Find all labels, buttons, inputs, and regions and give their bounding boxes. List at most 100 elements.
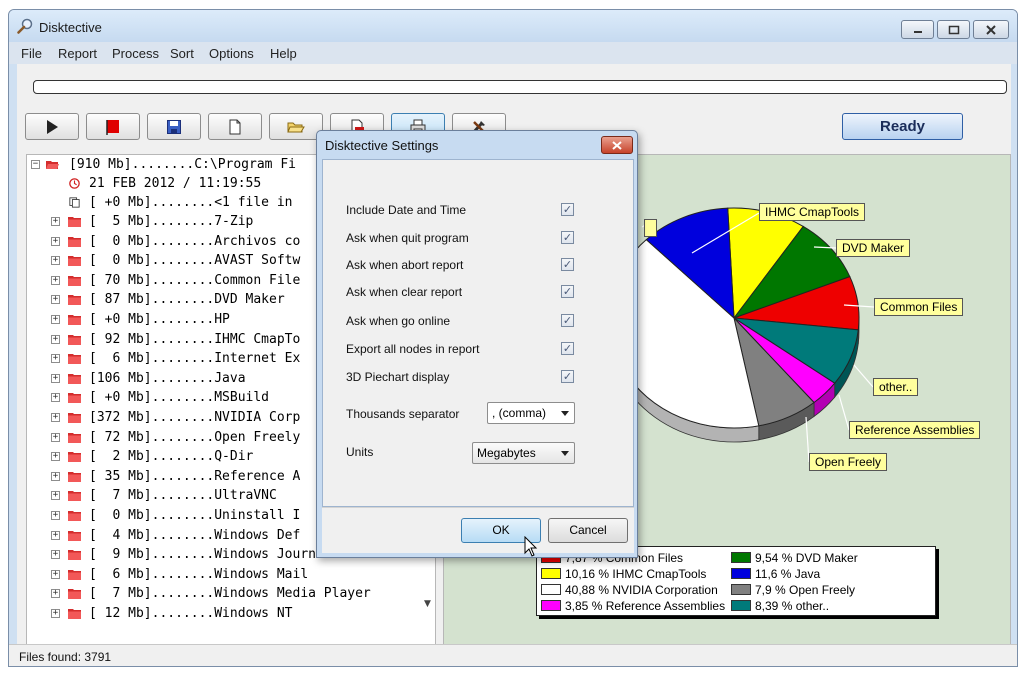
expand-icon[interactable]: + [51,354,60,364]
tree-folder-label: [ 7 Mb]........Windows Media Player [89,586,371,602]
export-nodes-checkbox[interactable]: ✓ [561,342,574,355]
tree-folder-label: [ 6 Mb]........Internet Ex [89,351,301,367]
open-folder-icon [287,122,305,132]
expand-icon[interactable]: + [51,589,60,599]
ask-clear-checkbox[interactable]: ✓ [561,285,574,298]
ask-quit-checkbox[interactable]: ✓ [561,231,574,244]
expand-icon[interactable]: + [51,315,60,324]
expand-icon[interactable]: + [51,432,60,442]
folder-icon [68,511,81,521]
tree-folder-label: [ 70 Mb]........Common File [89,272,301,288]
stop-button[interactable] [86,113,140,140]
expand-icon[interactable]: + [51,569,60,579]
option-label: Ask when abort report [346,258,464,272]
folder-icon [68,471,81,482]
legend-swatch [541,568,561,579]
label-java [644,219,657,237]
label-ihmc: IHMC CmapTools [759,203,866,221]
tree-folder-label: [ 87 Mb]........DVD Maker [89,292,285,308]
legend-item: 40,88 % NVIDIA Corporation [541,582,718,598]
expand-icon[interactable]: + [51,256,60,266]
new-report-button[interactable] [208,113,262,140]
tree-folder-label: [ 9 Mb]........Windows Journal [89,547,332,563]
expand-icon[interactable]: + [51,550,60,560]
tree-folder-label: [ 35 Mb]........Reference A [89,468,301,484]
include-date-checkbox[interactable]: ✓ [561,203,574,216]
folder-icon [68,609,81,619]
label-common-files: Common Files [874,298,964,316]
expand-icon[interactable]: + [51,511,60,520]
start-scan-button[interactable] [25,113,79,140]
leader-line [853,364,874,388]
expand-icon[interactable]: + [51,452,60,462]
expand-icon[interactable]: + [51,413,60,422]
dialog-close-button[interactable] [601,136,633,154]
thousands-separator-label: Thousands separator [346,407,460,421]
folder-icon [68,550,81,561]
label-open-freely: Open Freely [809,453,888,471]
label-other: other.. [873,378,919,396]
files-icon [69,197,80,208]
open-button[interactable] [269,113,323,140]
expand-icon[interactable]: + [51,295,60,305]
save-icon [167,119,181,134]
tree-folder-row[interactable]: + [ 7 Mb]........Windows Media Player [27,584,435,603]
menu-options[interactable]: Options [209,46,254,61]
expand-icon[interactable]: + [51,334,60,344]
expand-icon[interactable]: + [51,471,60,481]
tree-date-label: 21 FEB 2012 / 11:19:55 [89,176,262,191]
expand-icon[interactable]: + [51,217,60,226]
collapse-icon[interactable]: − [31,160,40,169]
new-document-icon [229,119,241,134]
tree-folder-label: [372 Mb]........NVIDIA Corp [89,410,301,425]
minimize-button[interactable] [901,20,934,39]
tree-folder-row[interactable]: + [ 12 Mb]........Windows NT [27,604,435,623]
close-button[interactable] [973,20,1009,39]
menu-help[interactable]: Help [270,46,297,61]
files-found-count: Files found: 3791 [19,650,112,664]
menu-file[interactable]: File [21,46,42,61]
option-label: Ask when go online [346,314,451,328]
expand-icon[interactable]: + [51,275,60,285]
expand-icon[interactable]: + [51,373,60,383]
menu-report[interactable]: Report [58,46,97,61]
settings-dialog: Disktective Settings Include Date and Ti… [316,130,638,558]
tree-folder-label: [ 0 Mb]........Uninstall I [89,508,301,523]
ask-online-checkbox[interactable]: ✓ [561,314,574,327]
units-select[interactable]: Megabytes [472,442,575,464]
save-button[interactable] [147,113,201,140]
option-label: Include Date and Time [346,203,467,217]
maximize-button[interactable] [937,20,970,39]
tree-folder-label: [ 6 Mb]........Windows Mail [89,566,309,582]
window-title: Disktective [39,20,102,35]
legend-swatch [541,584,561,595]
legend-swatch [541,600,561,611]
chevron-down-icon [561,451,569,456]
folder-icon [68,569,81,580]
expand-icon[interactable]: + [51,236,60,246]
expand-icon[interactable]: + [51,393,60,403]
menu-process[interactable]: Process [112,46,159,61]
folder-icon [68,275,81,286]
menu-sort[interactable]: Sort [170,46,194,61]
chevron-down-icon [561,411,569,416]
3d-piechart-checkbox[interactable]: ✓ [561,370,574,383]
tree-folder-row[interactable]: + [ 6 Mb]........Windows Mail [27,565,435,584]
mouse-cursor-icon [524,536,538,557]
maximize-icon [948,25,959,34]
expand-icon[interactable]: + [51,530,60,540]
expand-icon[interactable]: + [51,609,60,618]
cancel-button[interactable]: Cancel [548,518,628,543]
thousands-separator-select[interactable]: , (comma) [487,402,575,424]
label-dvd-maker: DVD Maker [836,239,911,257]
ready-button[interactable]: Ready [842,113,963,140]
tree-folder-label: [ 0 Mb]........AVAST Softw [89,253,301,269]
folder-icon [68,393,81,404]
expand-icon[interactable]: + [51,491,60,501]
ask-abort-checkbox[interactable]: ✓ [561,258,574,271]
dialog-title: Disktective Settings [325,138,439,153]
legend-item: 8,39 % other.. [731,598,829,614]
folder-icon [68,295,81,306]
minimize-icon [913,30,922,33]
scroll-down-arrow[interactable]: ▼ [420,599,435,614]
